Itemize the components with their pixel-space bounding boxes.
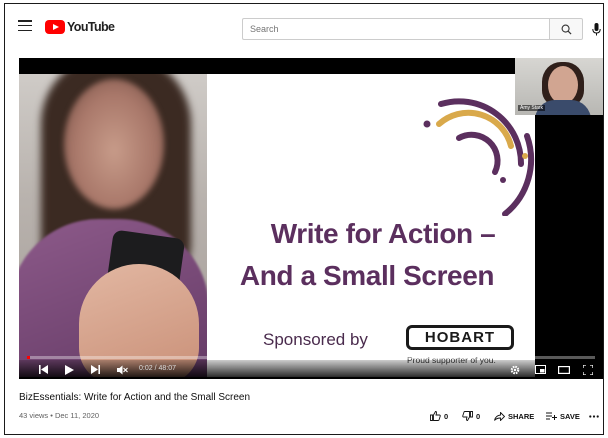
sponsored-by-label: Sponsored by	[263, 330, 368, 349]
video-title: BizEssentials: Write for Action and the …	[19, 392, 251, 403]
mute-button[interactable]	[115, 363, 129, 376]
save-button[interactable]: SAVE	[546, 410, 580, 422]
video-player[interactable]: Write for Action – And a Small Screen Sp…	[19, 58, 603, 379]
slide-title-line2: And a Small Screen	[239, 260, 495, 291]
thumbs-up-icon	[430, 411, 441, 421]
player-controls: 0:02 / 48:07	[19, 360, 603, 379]
microphone-icon	[591, 22, 601, 35]
fullscreen-button[interactable]	[581, 363, 595, 376]
progress-fill	[27, 356, 30, 359]
search-input[interactable]	[242, 18, 549, 40]
more-horizontal-icon	[589, 414, 599, 418]
skip-previous-icon	[38, 365, 48, 374]
slide-title-line1: Write for Action –	[270, 218, 496, 249]
top-bar: YouTube	[5, 4, 603, 51]
progress-bar[interactable]	[27, 356, 595, 359]
skip-next-button[interactable]	[89, 363, 101, 376]
hobart-logo: HOBART	[406, 325, 514, 350]
search-icon	[561, 24, 572, 35]
settings-gear-icon	[510, 365, 520, 374]
save-label: SAVE	[560, 411, 580, 421]
volume-muted-icon	[116, 365, 128, 374]
theater-mode-button[interactable]	[557, 363, 571, 376]
voice-search-button[interactable]	[590, 21, 602, 37]
settings-button[interactable]	[509, 363, 521, 376]
skip-previous-button[interactable]	[37, 363, 49, 376]
youtube-logo-icon	[45, 20, 65, 34]
thumbs-down-icon	[462, 411, 473, 421]
miniplayer-button[interactable]	[533, 363, 547, 376]
youtube-logo[interactable]: YouTube	[45, 19, 115, 35]
share-label: SHARE	[508, 411, 535, 421]
presentation-slide: Write for Action – And a Small Screen Sp…	[19, 74, 535, 377]
dislike-count: 0	[476, 411, 481, 421]
share-button[interactable]: SHARE	[494, 410, 534, 422]
webcam-name: Amy Stark	[518, 105, 546, 111]
logo-text: YouTube	[67, 20, 115, 34]
like-button[interactable]: 0	[430, 410, 448, 422]
webcam-overlay: Amy Stark	[515, 58, 603, 115]
like-count: 0	[444, 411, 449, 421]
menu-icon[interactable]	[18, 20, 32, 32]
share-icon	[494, 411, 505, 421]
fullscreen-icon	[583, 364, 593, 375]
play-button[interactable]	[63, 363, 75, 376]
time-display: 0:02 / 48:07	[139, 365, 176, 372]
miniplayer-icon	[534, 365, 546, 374]
play-icon	[64, 364, 74, 375]
search-button[interactable]	[549, 18, 583, 40]
skip-next-icon	[90, 365, 100, 374]
slide-photo	[19, 74, 207, 377]
browser-frame: YouTube Search Write for Action – And a …	[4, 3, 604, 435]
theater-mode-icon	[558, 365, 570, 374]
video-meta: 43 views • Dec 11, 2020	[19, 411, 100, 420]
dislike-button[interactable]: 0	[462, 410, 480, 422]
more-actions-button[interactable]	[589, 410, 599, 422]
playlist-add-icon	[546, 412, 557, 420]
